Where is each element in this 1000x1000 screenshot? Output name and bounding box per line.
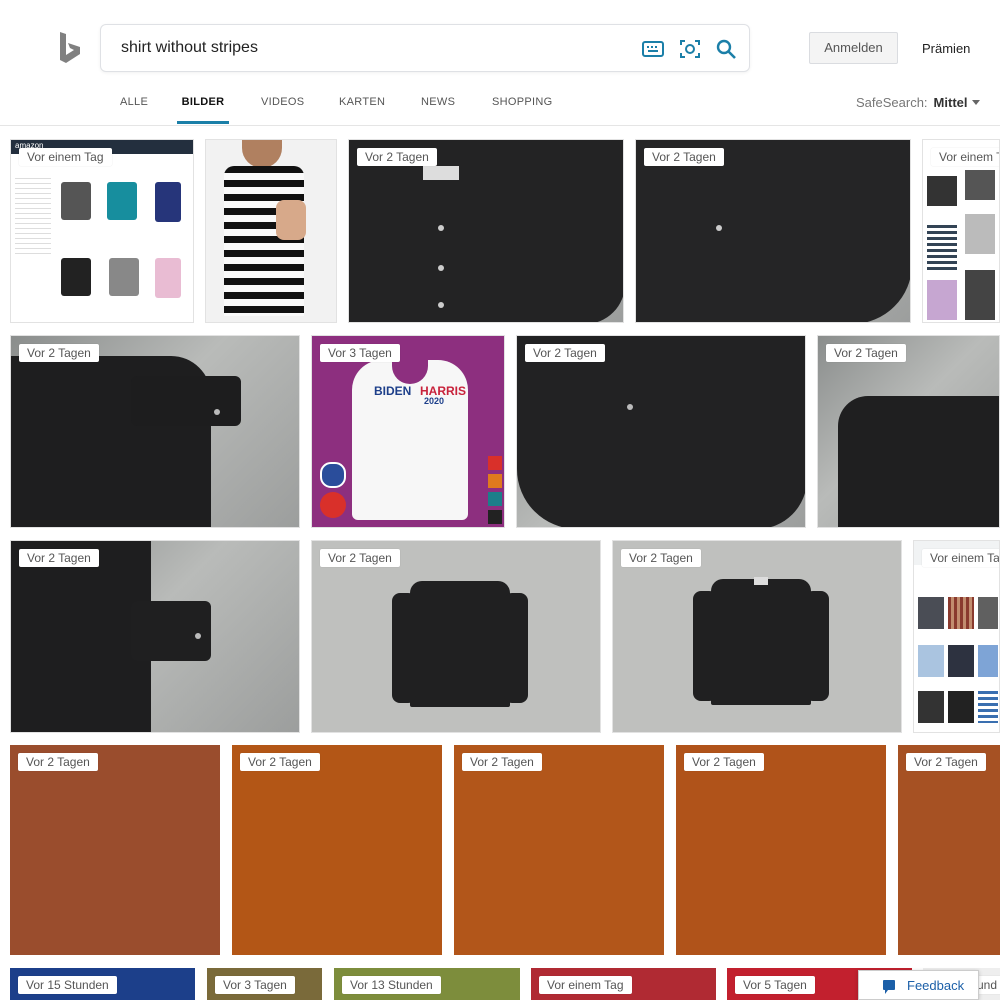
image-result[interactable]: Vor 2 Tagen <box>311 540 601 733</box>
keyboard-icon[interactable] <box>642 38 664 60</box>
image-result[interactable]: Vor 2 Tagen <box>612 540 902 733</box>
age-badge: Vor einem Ta <box>922 549 999 567</box>
rewards-link[interactable]: Prämien <box>922 41 970 56</box>
scope-tabs: ALLE BILDER VIDEOS KARTEN NEWS SHOPPING <box>0 84 1000 124</box>
image-result[interactable] <box>205 139 337 323</box>
image-result[interactable]: Vor 13 Stunden <box>334 968 520 1000</box>
age-badge: Vor 2 Tagen <box>644 148 724 166</box>
feedback-label: Feedback <box>907 978 965 993</box>
header-bar: Anmelden Prämien ALLE BILDER VIDEOS KART… <box>0 0 1000 126</box>
image-result[interactable]: Vor 2 Tagen <box>516 335 806 528</box>
image-result[interactable]: Vor 2 Tagen <box>635 139 911 323</box>
image-result[interactable]: Vor einem Ta <box>913 540 1000 733</box>
age-badge: Vor 13 Stunden <box>342 976 441 994</box>
shirt-print-biden: BIDEN <box>374 384 412 398</box>
image-result[interactable]: Vor 2 Tagen <box>232 745 442 955</box>
image-result[interactable]: BIDEN HARRIS 2020 Vor 3 Tagen <box>311 335 505 528</box>
visual-search-icon[interactable] <box>679 38 701 60</box>
age-badge: Vor einem Tag <box>539 976 632 994</box>
age-badge: Vor einem Tag <box>19 148 112 166</box>
age-badge: Vor 5 Tagen <box>735 976 815 994</box>
tab-bilder[interactable]: BILDER <box>177 84 229 124</box>
age-badge: Vor 2 Tagen <box>684 753 764 771</box>
search-icon[interactable] <box>715 38 737 60</box>
image-result[interactable]: Vor 2 Tagen <box>348 139 624 323</box>
age-badge: Vor 2 Tagen <box>462 753 542 771</box>
image-result[interactable]: Vor 2 Tagen <box>676 745 886 955</box>
age-badge: Vor 15 Stunden <box>18 976 117 994</box>
chevron-down-icon <box>971 100 980 105</box>
feedback-icon <box>883 980 895 994</box>
age-badge: Vor 2 Tagen <box>240 753 320 771</box>
tab-alle[interactable]: ALLE <box>120 84 148 122</box>
search-box <box>100 24 750 72</box>
feedback-button[interactable]: Feedback <box>858 970 979 1000</box>
age-badge: Vor 2 Tagen <box>621 549 701 567</box>
image-result[interactable]: Vor 2 Tagen <box>10 540 300 733</box>
image-result[interactable]: Vor 2 Tagen <box>10 745 220 955</box>
image-result[interactable]: Vor 3 Tagen <box>207 968 322 1000</box>
age-badge: Vor 3 Tagen <box>215 976 295 994</box>
shirt-print-year: 2020 <box>424 396 445 406</box>
signin-button[interactable]: Anmelden <box>809 32 898 64</box>
bing-logo-icon[interactable] <box>58 31 82 65</box>
image-result[interactable]: Vor 2 Tagen <box>454 745 664 955</box>
age-badge: Vor 2 Tagen <box>525 344 605 362</box>
tab-videos[interactable]: VIDEOS <box>261 84 304 122</box>
age-badge: Vor 2 Tagen <box>19 549 99 567</box>
image-result[interactable]: Vor 2 Tagen <box>817 335 1000 528</box>
age-badge: Vor 2 Tagen <box>19 344 99 362</box>
image-result[interactable]: Vor 15 Stunden <box>10 968 195 1000</box>
image-result[interactable]: Vor einem Tag <box>531 968 716 1000</box>
tab-karten[interactable]: KARTEN <box>339 84 385 122</box>
age-badge: Vor 2 Tagen <box>357 148 437 166</box>
age-badge: Vor einem T <box>931 148 999 166</box>
image-result[interactable]: Vor 2 Tagen <box>898 745 1000 955</box>
age-badge: Vor 3 Tagen <box>320 344 400 362</box>
image-result[interactable]: Vor einem T <box>922 139 1000 323</box>
age-badge: Vor 2 Tagen <box>826 344 906 362</box>
safesearch-value: Mittel <box>933 95 968 110</box>
search-input[interactable] <box>121 35 621 61</box>
age-badge: Vor 2 Tagen <box>320 549 400 567</box>
age-badge: Vor 2 Tagen <box>906 753 986 771</box>
image-result[interactable]: amazon Vor einem Tag <box>10 139 194 323</box>
tab-shopping[interactable]: SHOPPING <box>492 84 552 122</box>
safesearch-label: SafeSearch: <box>856 95 928 110</box>
image-result[interactable]: Vor 2 Tagen <box>10 335 300 528</box>
safesearch-selector[interactable]: SafeSearch: Mittel <box>856 95 980 110</box>
tab-news[interactable]: NEWS <box>421 84 455 122</box>
age-badge: Vor 2 Tagen <box>18 753 98 771</box>
